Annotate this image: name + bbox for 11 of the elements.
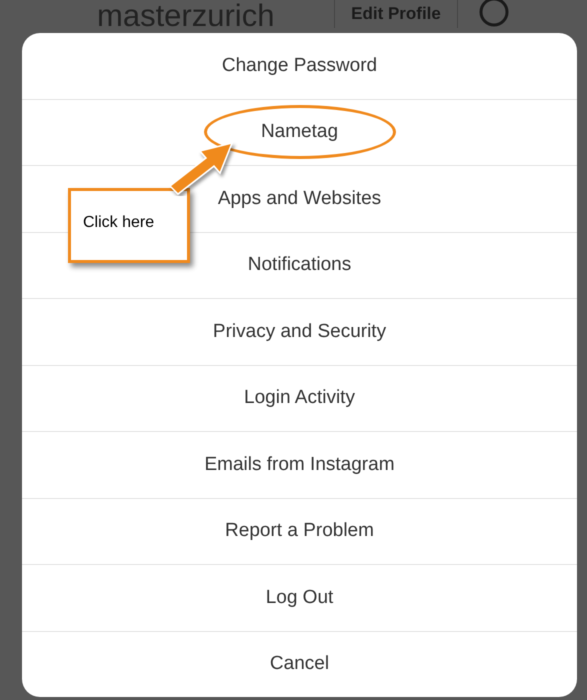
menu-item[interactable]: Notifications — [248, 254, 352, 276]
callout-text: Click here — [83, 214, 154, 232]
menu-item[interactable]: Cancel — [270, 653, 330, 676]
menu-item[interactable]: Emails from Instagram — [204, 454, 395, 476]
menu-item[interactable]: Change Password — [222, 54, 378, 77]
menu-item[interactable]: Privacy and Security — [212, 320, 386, 343]
menu-item[interactable]: Nametag — [260, 121, 338, 144]
menu-item[interactable]: Log Out — [266, 586, 334, 609]
menu-item[interactable]: Login Activity — [244, 387, 355, 410]
menu-item[interactable]: Report a Problem — [225, 520, 374, 542]
menu-item[interactable]: Apps and Websites — [218, 188, 382, 210]
